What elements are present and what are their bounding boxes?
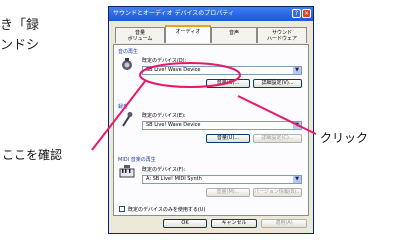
dialog-action-buttons: OK キャンセル 適用(A) (109, 219, 315, 231)
playback-device-select[interactable]: SB Live! Wave Device ▼ (142, 66, 302, 75)
playback-device-label: 既定のデバイス(D): (142, 58, 187, 64)
midi-device-select[interactable]: A: SB Live! MIDI Synth ▼ (142, 175, 302, 184)
playback-device-value: SB Live! Wave Device (146, 67, 201, 73)
tab-voice-label: 音声 (228, 30, 239, 36)
tab-volume-sublabel: ボリューム (127, 36, 153, 42)
playback-advanced-button[interactable]: 詳細設定(V)... (253, 79, 302, 88)
keyboard-icon (119, 165, 135, 178)
tab-voice[interactable]: 音声 (211, 27, 257, 43)
microphone-icon (122, 112, 133, 127)
midi-group-label: MIDI 音楽の再生 (118, 157, 156, 163)
close-button[interactable]: × (302, 9, 311, 18)
default-devices-only-checkbox[interactable] (119, 206, 125, 212)
callout-click: クリック (320, 131, 369, 145)
audio-tab-panel: 音の再生 既定のデバイス(D): SB Live! Wave Device ▼ … (113, 44, 309, 216)
midi-volume-button[interactable]: 音量(M)... (206, 188, 250, 197)
tab-audio[interactable]: オーディオ (165, 25, 211, 43)
tab-hardware[interactable]: サウンド ハードウェア (257, 27, 307, 43)
recording-device-value: SB Live! Wave Device (146, 122, 201, 128)
playback-group-label: 音の再生 (118, 49, 139, 55)
apply-button[interactable]: 適用(A) (261, 219, 307, 228)
chevron-down-icon[interactable]: ▼ (293, 122, 301, 129)
dialog-titlebar[interactable]: サウンドとオーディオ デバイスのプロパティ ? × (109, 7, 313, 21)
background-text-line-1: き「録 (0, 18, 40, 33)
recording-advanced-button[interactable]: 詳細設定(C)... (253, 134, 302, 143)
tab-hardware-label: ハードウェア (266, 36, 297, 42)
chevron-down-icon[interactable]: ▼ (293, 176, 301, 183)
recording-device-label: 既定のデバイス(E): (142, 113, 186, 119)
tab-volume[interactable]: 音量 ボリューム (115, 27, 165, 43)
dialog-title: サウンドとオーディオ デバイスのプロパティ (113, 10, 234, 17)
help-button[interactable]: ? (292, 9, 301, 18)
midi-device-value: A: SB Live! MIDI Synth (146, 176, 202, 182)
recording-volume-button[interactable]: 音量(U)... (206, 134, 250, 143)
default-devices-only-label: 既定のデバイスのみを使用する(U) (128, 207, 206, 213)
cancel-button[interactable]: キャンセル (211, 219, 257, 228)
recording-device-select[interactable]: SB Live! Wave Device ▼ (142, 121, 302, 130)
sound-properties-dialog: サウンドとオーディオ デバイスのプロパティ ? × 音量 ボリューム オーディオ… (108, 6, 314, 234)
background-text-line-2: ンドシ (0, 38, 40, 53)
playback-volume-button[interactable]: 音量(O)... (206, 79, 250, 88)
tab-audio-label: オーディオ (175, 29, 201, 35)
recording-group-label: 録音 (118, 104, 129, 110)
callout-confirm-here: ここを確認 (2, 148, 63, 162)
midi-about-button[interactable]: バージョン情報(B)... (253, 188, 302, 197)
chevron-down-icon[interactable]: ▼ (293, 67, 301, 74)
title-buttons: ? × (292, 9, 311, 18)
tab-strip: 音量 ボリューム オーディオ 音声 サウンド ハードウェア (113, 25, 309, 45)
ok-button[interactable]: OK (163, 219, 207, 228)
midi-device-label: 既定のデバイス(F): (142, 167, 186, 173)
speaker-icon (122, 58, 132, 70)
